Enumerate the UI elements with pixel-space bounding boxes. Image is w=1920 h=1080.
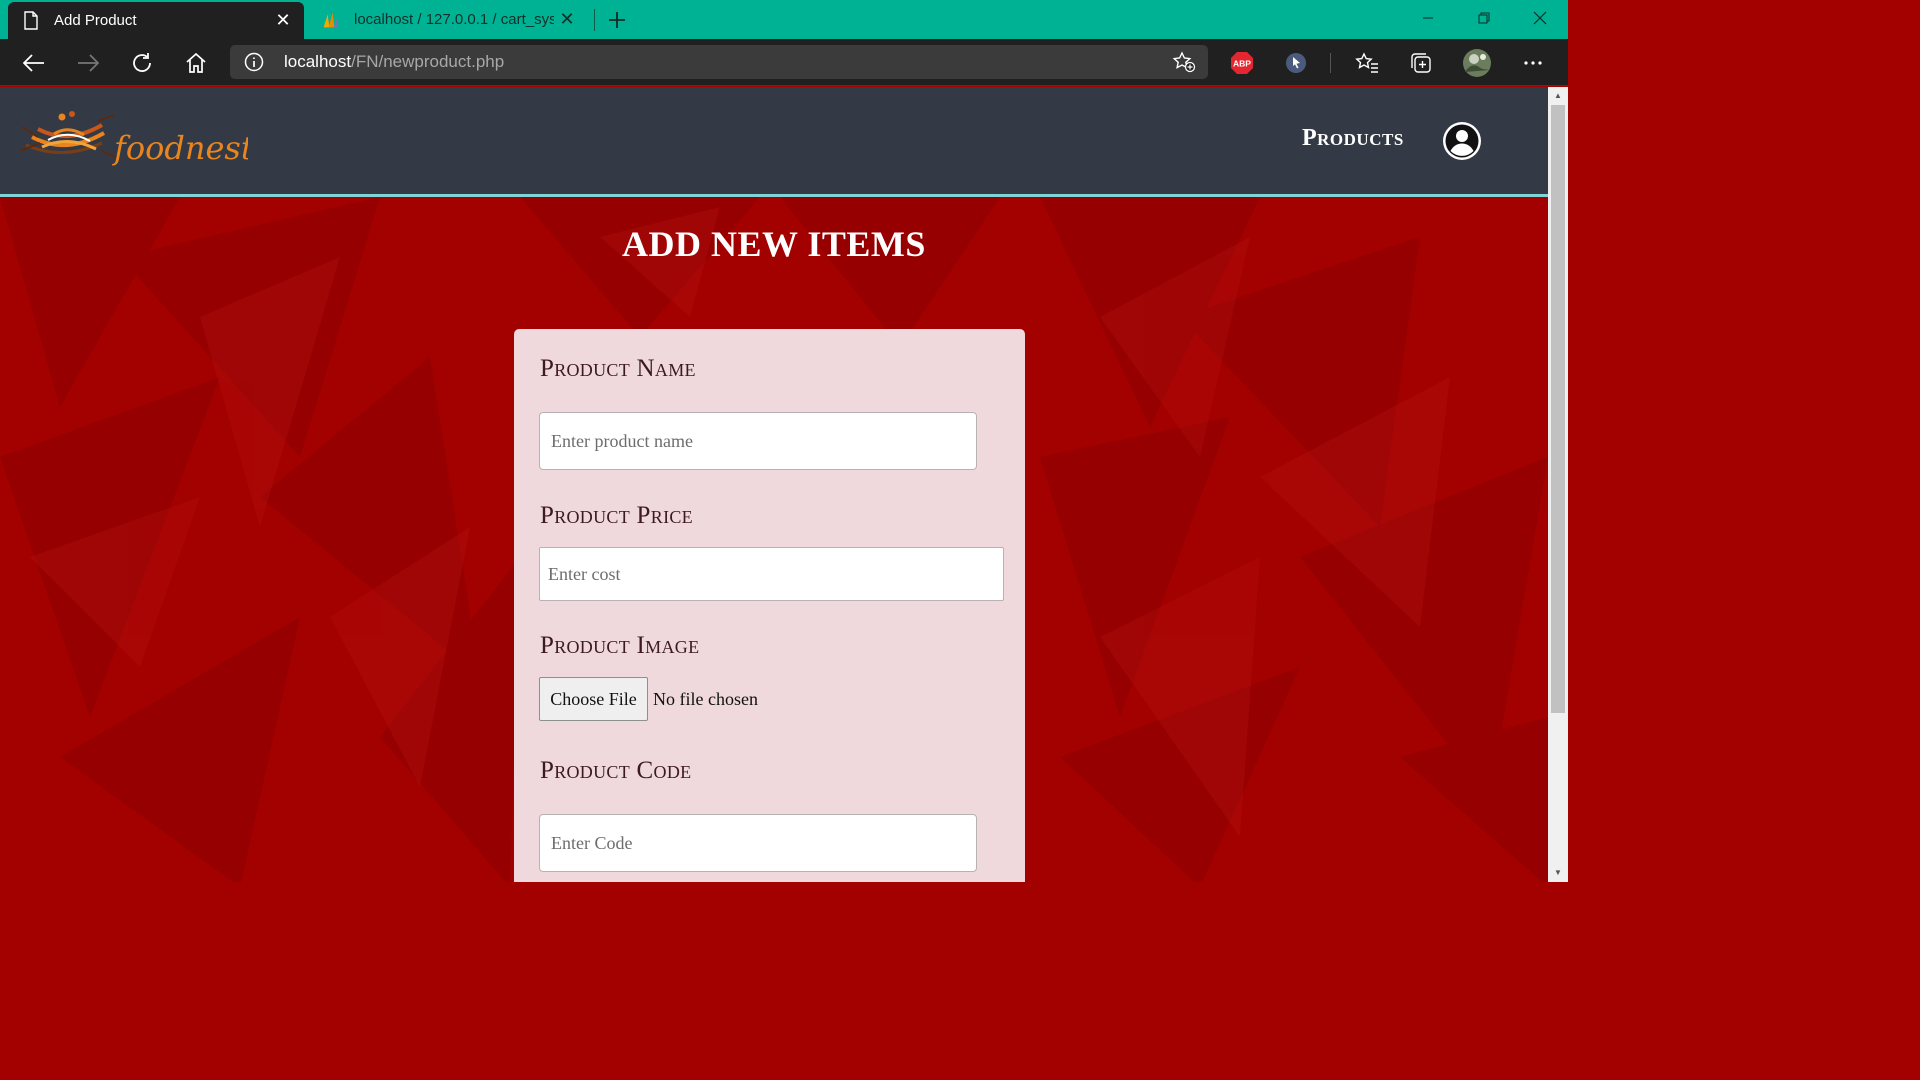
home-icon — [186, 53, 206, 73]
close-tab-icon[interactable]: ✕ — [554, 7, 580, 33]
logo-wordmark: foodnest — [112, 129, 248, 167]
toolbar-divider — [1330, 53, 1331, 73]
url-host: localhost — [284, 52, 352, 71]
url-path: /FN/newproduct.php — [351, 52, 505, 71]
browser-tab-strip: Add Product ✕ localhost / 127.0.0.1 / ca… — [0, 0, 1568, 39]
refresh-button[interactable] — [124, 45, 160, 81]
product-name-label: Product Name — [540, 355, 696, 382]
browser-toolbar: localhost/FN/newproduct.php ABP — [0, 39, 1568, 86]
file-status-text: No file chosen — [653, 688, 758, 709]
close-window-button[interactable] — [1512, 0, 1568, 36]
forward-button[interactable] — [70, 45, 106, 81]
scroll-up-arrow-icon[interactable]: ▲ — [1553, 91, 1563, 101]
more-icon — [1524, 61, 1542, 65]
user-account-icon[interactable] — [1443, 122, 1481, 160]
adblock-extension-button[interactable]: ABP — [1224, 45, 1260, 81]
tab-add-product[interactable]: Add Product ✕ — [8, 2, 304, 39]
page-icon — [22, 11, 40, 31]
profile-button[interactable] — [1459, 45, 1495, 81]
product-image-label: Product Image — [540, 632, 700, 659]
add-product-form: Product Name Product Price Product Image… — [514, 329, 1025, 882]
scroll-down-arrow-icon[interactable]: ▼ — [1553, 868, 1563, 878]
tab-divider — [594, 9, 595, 31]
collections-button[interactable] — [1403, 45, 1439, 81]
plus-icon — [609, 12, 625, 28]
restore-button[interactable] — [1456, 0, 1512, 36]
scroll-thumb[interactable] — [1551, 105, 1565, 713]
choose-file-button[interactable]: Choose File — [539, 677, 648, 721]
back-button[interactable] — [16, 45, 52, 81]
product-code-label: Product Code — [540, 757, 692, 784]
collections-icon — [1411, 53, 1431, 73]
adblock-icon: ABP — [1231, 52, 1253, 74]
profile-avatar-icon — [1463, 49, 1491, 77]
add-favorite-icon[interactable] — [1172, 51, 1196, 73]
tab-phpmyadmin[interactable]: localhost / 127.0.0.1 / cart_system ✕ — [308, 0, 588, 39]
site-header: foodnest Products — [0, 87, 1548, 197]
close-tab-icon[interactable]: ✕ — [270, 8, 296, 34]
settings-menu-button[interactable] — [1515, 45, 1551, 81]
url-text[interactable]: localhost/FN/newproduct.php — [284, 52, 504, 72]
close-icon — [1533, 11, 1547, 25]
home-button[interactable] — [178, 45, 214, 81]
address-bar[interactable]: localhost/FN/newproduct.php — [230, 45, 1208, 79]
product-code-input[interactable] — [539, 814, 977, 872]
product-image-file-input[interactable]: Choose File No file chosen — [539, 677, 758, 721]
page-scrollbar[interactable]: ▲ ▼ — [1548, 87, 1568, 882]
favorites-icon — [1355, 52, 1378, 73]
nest-logo-icon: foodnest — [19, 111, 254, 167]
nav-products-link[interactable]: Products — [1302, 125, 1404, 152]
refresh-icon — [133, 53, 151, 72]
tab-title: Add Product — [54, 12, 137, 29]
product-price-input[interactable] — [539, 547, 1004, 601]
pointer-extension-button[interactable] — [1278, 45, 1314, 81]
cursor-extension-icon — [1286, 53, 1306, 73]
foodnest-logo[interactable]: foodnest — [18, 107, 254, 173]
forward-arrow-icon — [78, 54, 99, 72]
minimize-icon — [1423, 17, 1433, 19]
page-title: ADD NEW ITEMS — [622, 224, 926, 264]
product-name-input[interactable] — [539, 412, 977, 470]
adblock-label: ABP — [1233, 59, 1251, 69]
product-price-label: Product Price — [540, 502, 693, 529]
page-viewport: foodnest Products ADD NEW ITEMS Product … — [0, 87, 1548, 882]
info-icon[interactable] — [244, 52, 264, 72]
new-tab-button[interactable] — [601, 4, 633, 36]
minimize-button[interactable] — [1400, 0, 1456, 36]
back-arrow-icon — [23, 54, 44, 72]
restore-icon — [1478, 12, 1490, 24]
favorites-button[interactable] — [1349, 45, 1385, 81]
tab-title: localhost / 127.0.0.1 / cart_system — [354, 11, 554, 28]
phpmyadmin-icon — [322, 10, 340, 30]
